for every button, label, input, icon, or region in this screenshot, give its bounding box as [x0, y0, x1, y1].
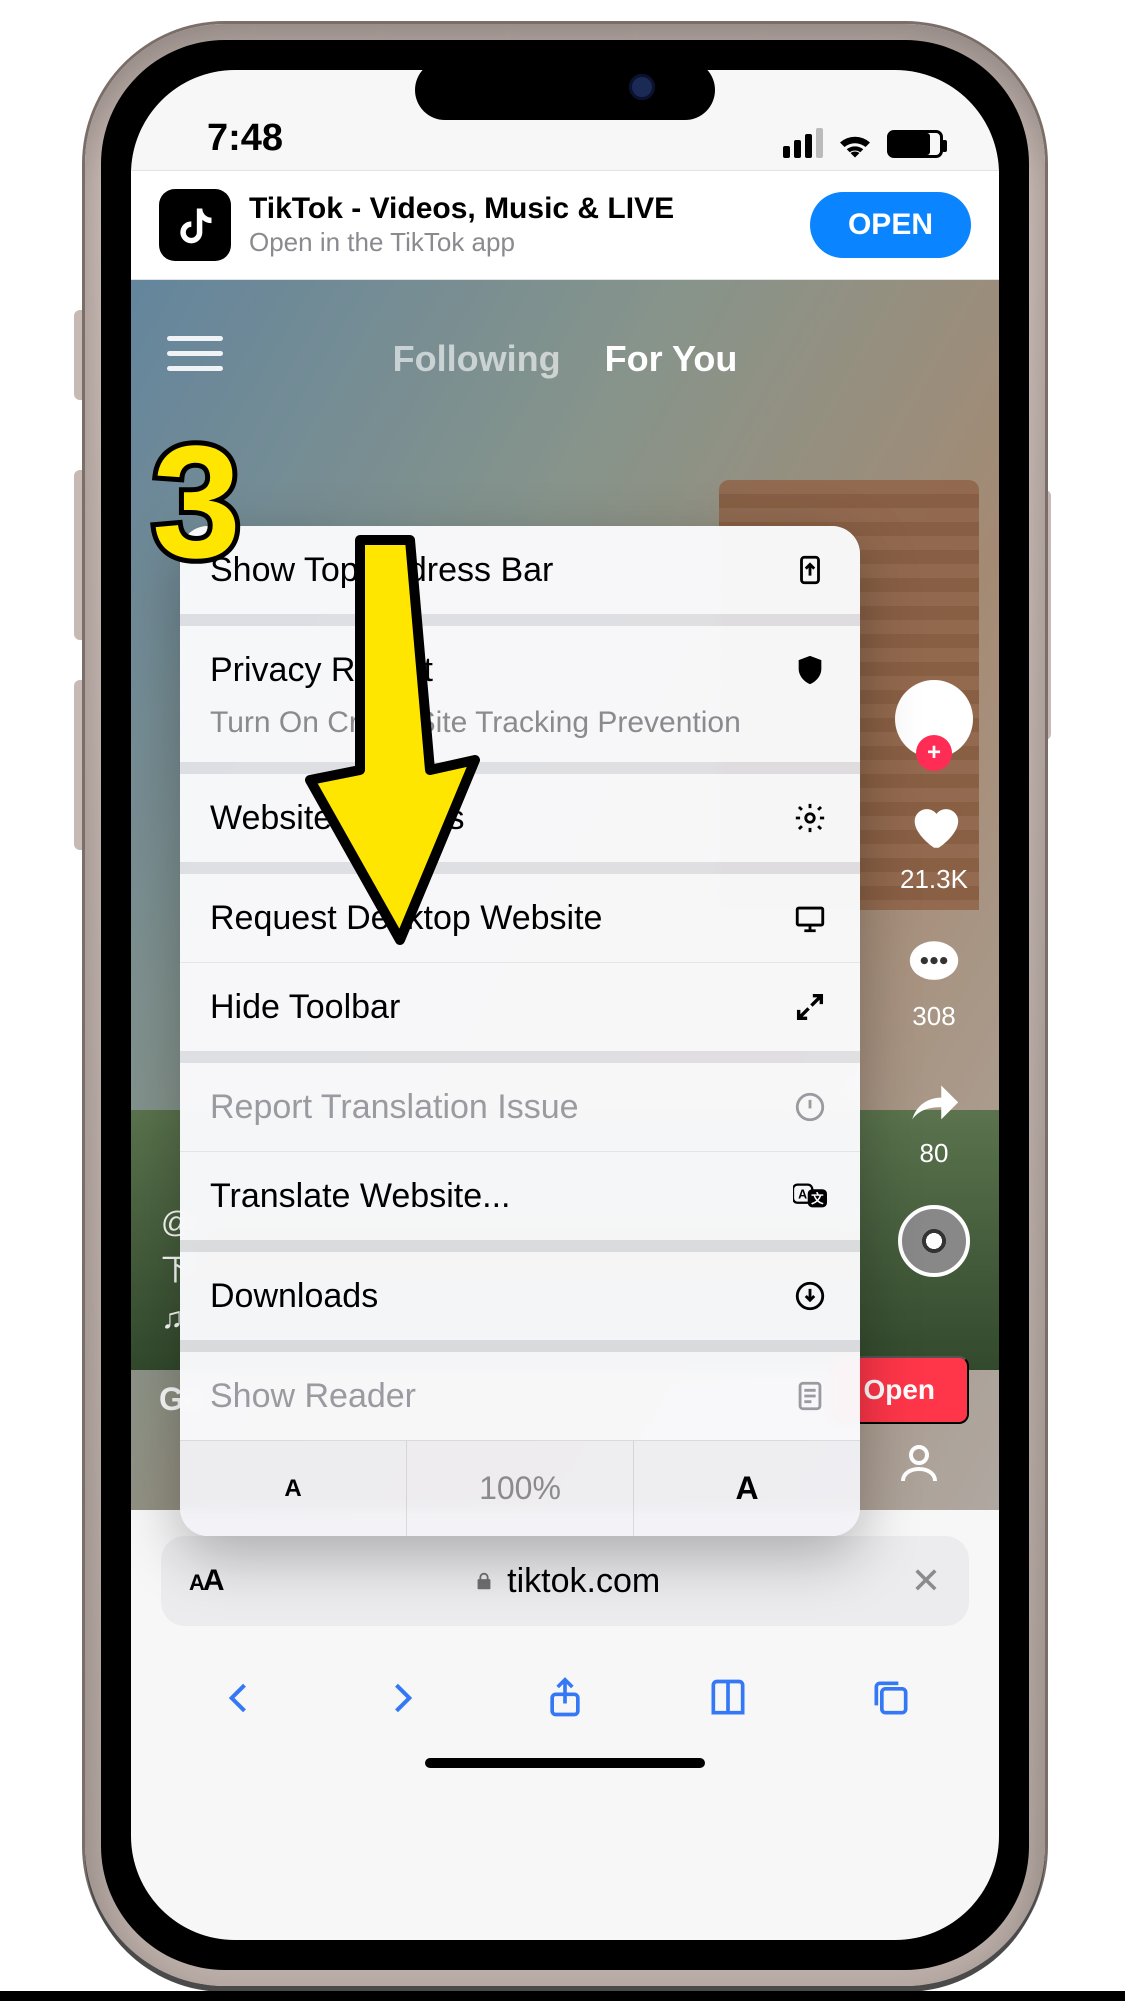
zoom-out-button[interactable]: A	[180, 1441, 406, 1536]
tiktok-app-icon	[159, 189, 231, 261]
lock-icon	[473, 1568, 495, 1594]
like-count: 21.3K	[900, 864, 968, 895]
profile-icon[interactable]	[895, 1439, 943, 1492]
reader-icon	[790, 1376, 830, 1416]
stop-reload-icon[interactable]: ✕	[911, 1560, 941, 1602]
menu-show-reader: Show Reader	[180, 1352, 860, 1440]
cellular-icon	[783, 128, 823, 158]
notch	[415, 60, 715, 120]
expand-icon	[790, 987, 830, 1027]
alert-icon	[790, 1087, 830, 1127]
comment-icon[interactable]	[902, 931, 966, 995]
wifi-icon	[837, 130, 873, 158]
url-text: tiktok.com	[473, 1562, 660, 1601]
top-bar-icon	[790, 550, 830, 590]
desktop-icon	[790, 898, 830, 938]
svg-text:A: A	[798, 1187, 807, 1201]
creator-avatar[interactable]: +	[895, 680, 973, 758]
menu-report-translation: Report Translation Issue	[180, 1063, 860, 1151]
aa-button[interactable]: AA	[189, 1564, 223, 1598]
menu-icon[interactable]	[167, 336, 223, 376]
share-toolbar-icon[interactable]	[543, 1676, 587, 1720]
gear-icon	[790, 798, 830, 838]
svg-text:文: 文	[811, 1191, 824, 1206]
shield-icon	[790, 650, 830, 690]
follow-plus-icon[interactable]: +	[916, 735, 952, 771]
app-banner-subtitle: Open in the TikTok app	[249, 227, 792, 258]
menu-privacy-report[interactable]: Privacy Report	[180, 626, 860, 714]
translate-icon: A文	[790, 1176, 830, 1216]
forward-icon[interactable]	[380, 1676, 424, 1720]
status-time: 7:48	[207, 117, 283, 160]
tab-following[interactable]: Following	[393, 338, 561, 380]
privacy-subtitle: Turn On Cross-Site Tracking Prevention	[180, 706, 860, 762]
menu-translate[interactable]: Translate Website... A文	[180, 1151, 860, 1240]
annotation-step-number: 3	[152, 410, 241, 594]
comment-count: 308	[912, 1001, 955, 1032]
address-bar[interactable]: AA tiktok.com ✕	[161, 1536, 969, 1626]
zoom-level[interactable]: 100%	[406, 1441, 633, 1536]
home-indicator	[425, 1758, 705, 1768]
share-count: 80	[920, 1138, 949, 1169]
smart-app-banner: TikTok - Videos, Music & LIVE Open in th…	[131, 170, 999, 280]
menu-show-top-address-bar[interactable]: Show Top Address Bar	[180, 526, 860, 614]
battery-icon	[887, 130, 943, 158]
download-icon	[790, 1276, 830, 1316]
tabs-icon[interactable]	[869, 1676, 913, 1720]
menu-website-settings[interactable]: Website Settings	[180, 774, 860, 862]
sound-disc-icon[interactable]	[898, 1205, 970, 1277]
like-icon[interactable]	[902, 794, 966, 858]
bookmarks-icon[interactable]	[706, 1676, 750, 1720]
share-icon[interactable]	[902, 1068, 966, 1132]
menu-hide-toolbar[interactable]: Hide Toolbar	[180, 962, 860, 1051]
back-icon[interactable]	[217, 1676, 261, 1720]
tab-for-you[interactable]: For You	[605, 338, 738, 380]
zoom-in-button[interactable]: A	[633, 1441, 860, 1536]
open-app-button[interactable]: OPEN	[810, 192, 971, 258]
app-banner-title: TikTok - Videos, Music & LIVE	[249, 192, 792, 227]
menu-downloads[interactable]: Downloads	[180, 1252, 860, 1340]
annotation-arrow	[300, 530, 480, 950]
menu-request-desktop[interactable]: Request Desktop Website	[180, 874, 860, 962]
page-settings-menu: Show Top Address Bar Privacy Report Turn…	[180, 526, 860, 1536]
